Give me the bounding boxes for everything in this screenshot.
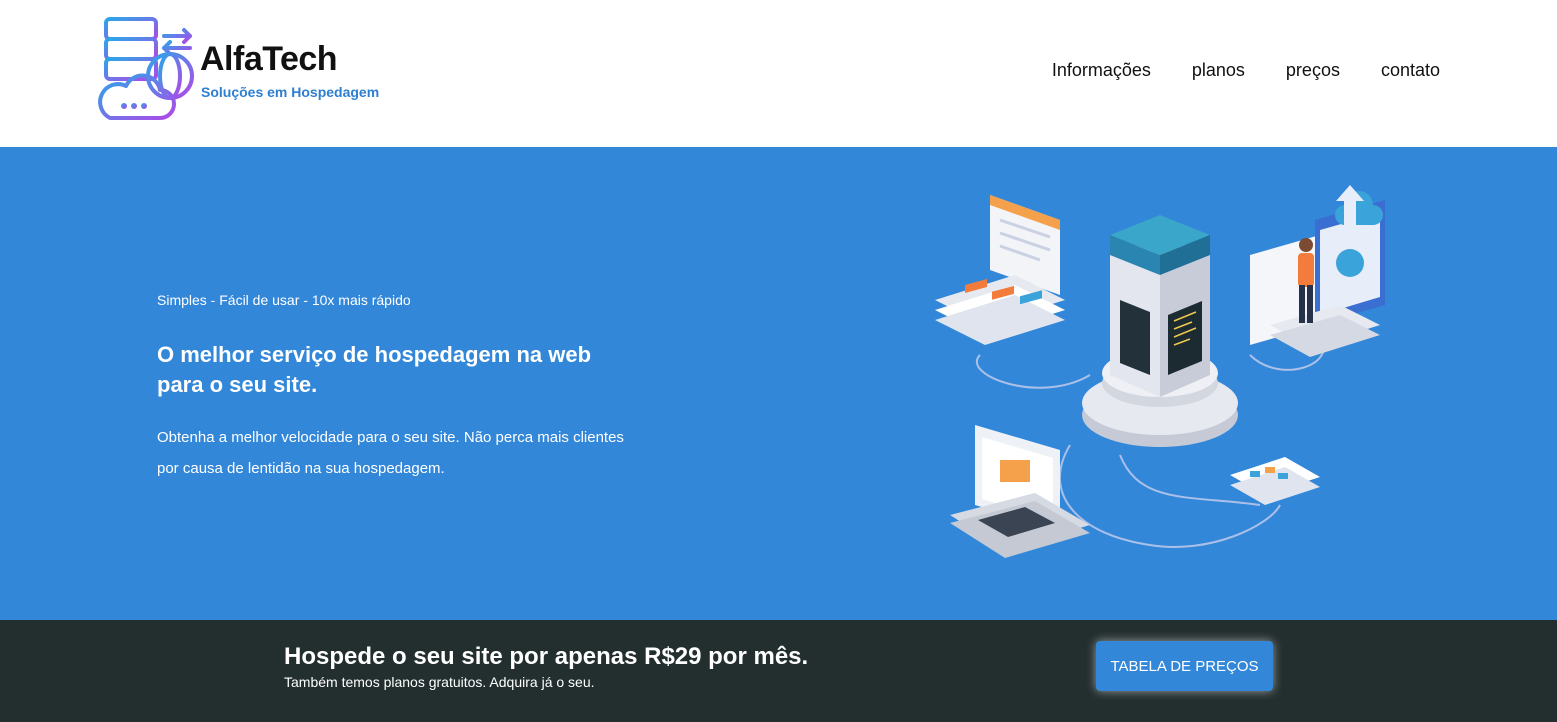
site-header: AlfaTech Soluções em Hospedagem Informaç…: [0, 0, 1557, 147]
brand-tagline: Soluções em Hospedagem: [201, 84, 380, 100]
banner-subtitle: Também temos planos gratuitos. Adquira j…: [284, 674, 595, 690]
hero-subtitle: Simples - Fácil de usar - 10x mais rápid…: [157, 292, 411, 308]
nav-item-planos[interactable]: planos: [1192, 60, 1245, 81]
nav-item-precos[interactable]: preços: [1286, 60, 1340, 81]
brand-logo[interactable]: AlfaTech Soluções em Hospedagem: [94, 14, 424, 124]
nav-item-informacoes[interactable]: Informações: [1052, 60, 1151, 81]
hero-title: O melhor serviço de hospedagem na web pa…: [157, 342, 592, 397]
server-hosting-illustration: [935, 185, 1385, 558]
server-cloud-logo-icon: [98, 17, 194, 120]
brand-name: AlfaTech: [200, 40, 338, 78]
banner-title: Hospede o seu site por apenas R$29 por m…: [284, 643, 809, 670]
hero-description: Obtenha a melhor velocidade para o seu s…: [157, 429, 624, 477]
hero-section: Simples - Fácil de usar - 10x mais rápid…: [0, 147, 1557, 620]
price-table-button[interactable]: TABELA DE PREÇOS: [1096, 641, 1273, 691]
nav-item-contato[interactable]: contato: [1381, 60, 1440, 81]
pricing-banner: Hospede o seu site por apenas R$29 por m…: [0, 620, 1557, 722]
main-nav: Informações planos preços contato: [1052, 60, 1440, 81]
